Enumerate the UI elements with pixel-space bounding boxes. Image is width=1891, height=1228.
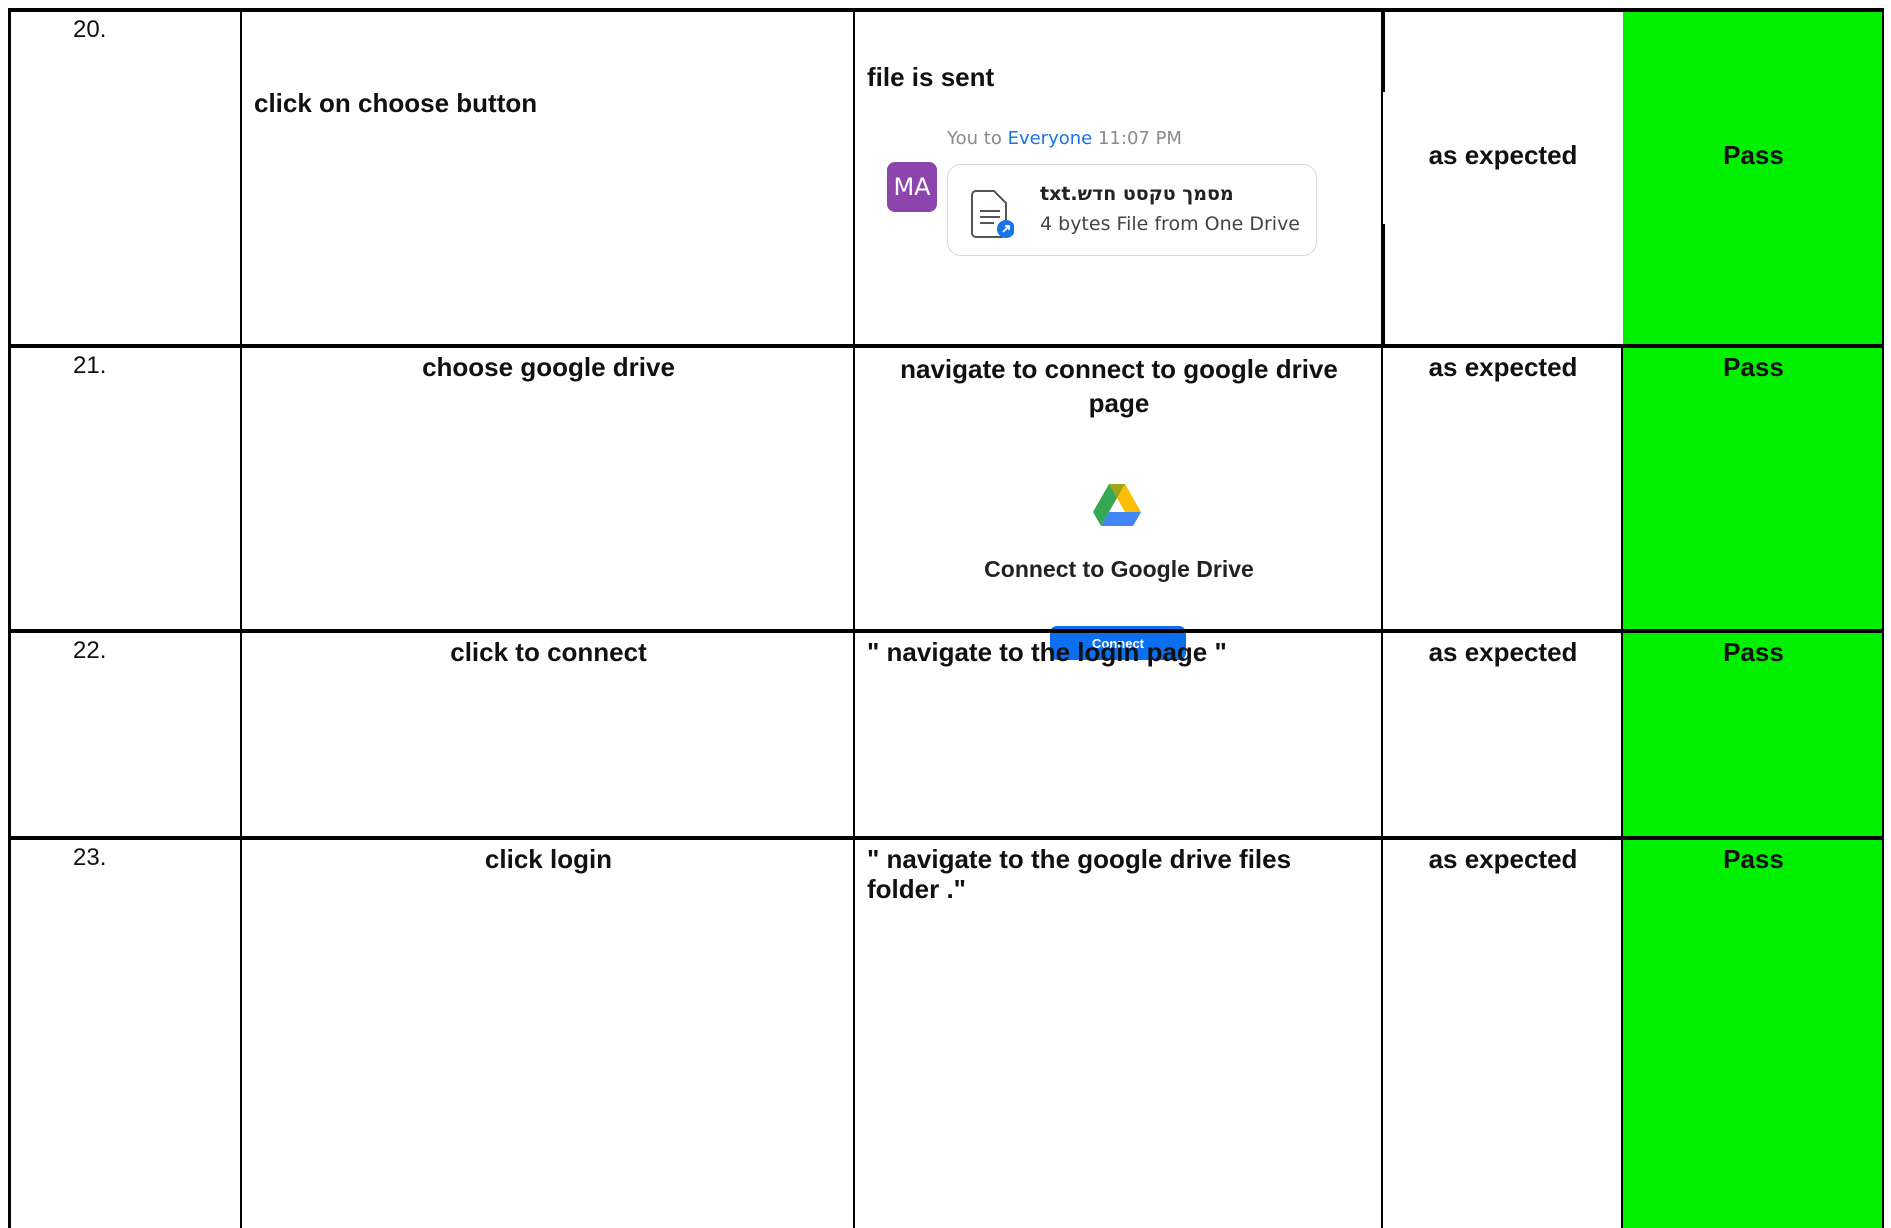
step-cell: click on choose button <box>242 12 855 348</box>
connect-google-drive-title: Connect to Google Drive <box>984 556 1254 582</box>
file-name: מסמך טקסט חדש.txt <box>1040 183 1234 205</box>
actual-cell: as expected <box>1383 12 1623 348</box>
chat-sender: You <box>947 128 979 149</box>
step-cell: choose google drive <box>242 348 855 633</box>
result-text: Pass <box>1723 844 1784 874</box>
step-cell: click to connect <box>242 633 855 840</box>
row-number-cell: 22. <box>8 633 242 840</box>
expected-text: file is sent <box>867 62 995 92</box>
expected-text: " navigate to the google drive files fol… <box>867 844 1292 904</box>
file-source: File from One Drive <box>1116 213 1300 235</box>
avatar: MA <box>887 162 937 212</box>
chat-meta: You to Everyone 11:07 PM <box>947 128 1182 149</box>
row-number: 21. <box>73 352 107 379</box>
row-number: 23. <box>73 844 107 871</box>
result-text: Pass <box>1723 352 1784 382</box>
expected-cell: " navigate to the login page " <box>855 633 1383 840</box>
chat-to: to <box>983 128 1002 149</box>
result-cell: Pass <box>1623 633 1884 840</box>
chat-time: 11:07 PM <box>1097 128 1182 149</box>
table-row: 20. click on choose button file is sent … <box>8 8 1884 348</box>
result-text: Pass <box>1723 140 1784 170</box>
file-details: 4 bytes File from One Drive <box>1040 213 1300 235</box>
expected-text: " navigate to the login page " <box>867 637 1227 667</box>
file-size: 4 bytes <box>1040 213 1111 235</box>
step-text: choose google drive <box>422 352 675 382</box>
actual-text: as expected <box>1428 352 1578 382</box>
actual-text: as expected <box>1428 140 1578 170</box>
expected-cell: " navigate to the google drive files fol… <box>855 840 1383 1228</box>
result-cell: Pass <box>1623 12 1884 348</box>
result-cell: Pass <box>1623 348 1884 633</box>
step-text: click on choose button <box>254 88 538 118</box>
expected-text: navigate to connect to google drive page <box>900 354 1338 418</box>
actual-text: as expected <box>1428 844 1578 874</box>
file-message-bubble[interactable]: מסמך טקסט חדש.txt 4 bytes File from One … <box>947 164 1317 256</box>
result-cell: Pass <box>1623 840 1884 1228</box>
row-number: 20. <box>73 16 107 43</box>
chat-recipient-link[interactable]: Everyone <box>1008 128 1093 149</box>
row-number-cell: 23. <box>8 840 242 1228</box>
cell-divider <box>1383 12 1385 92</box>
expected-cell: file is sent You to Everyone 11:07 PM MA… <box>855 12 1383 348</box>
row-number: 22. <box>73 637 107 664</box>
table-row: 22. click to connect " navigate to the l… <box>8 629 1884 840</box>
row-number-cell: 20. <box>8 12 242 348</box>
step-cell: click login <box>242 840 855 1228</box>
table-row: 23. click login " navigate to the google… <box>8 836 1884 1228</box>
google-drive-logo <box>1093 484 1141 526</box>
result-text: Pass <box>1723 637 1784 667</box>
row-number-cell: 21. <box>8 348 242 633</box>
actual-cell: as expected <box>1383 348 1623 633</box>
actual-text: as expected <box>1428 637 1578 667</box>
expected-cell: navigate to connect to google drive page… <box>855 348 1383 660</box>
table-row: 21. choose google drive navigate to conn… <box>8 344 1884 660</box>
step-text: click login <box>484 844 613 874</box>
test-case-table: 20. click on choose button file is sent … <box>8 8 1884 1228</box>
step-text: click to connect <box>450 637 647 667</box>
cell-divider <box>1383 224 1385 348</box>
document-icon <box>971 190 1014 238</box>
actual-cell: as expected <box>1383 633 1623 840</box>
actual-cell: as expected <box>1383 840 1623 1228</box>
